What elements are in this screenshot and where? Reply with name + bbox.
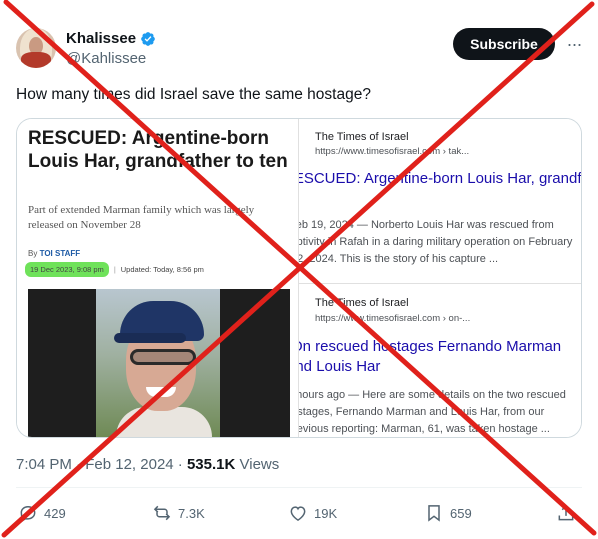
tweet-header: Khalissee @Kahlissee Subscribe ··· [16, 26, 582, 74]
like-button[interactable]: 19K [288, 503, 337, 523]
meta-dot: · [177, 456, 183, 473]
article-screenshot: RESCUED: Argentine-born Louis Har, grand… [17, 119, 299, 437]
result-snippet-line: previous reporting: Marman, 61, was take… [299, 423, 550, 435]
action-bar: 429 7.3K 19K 659 [16, 503, 582, 525]
share-icon [558, 504, 574, 521]
display-name[interactable]: Khalissee [66, 30, 136, 47]
updated-date: Updated: Today, 8:56 pm [120, 264, 204, 274]
result-title: On rescued hostages Fernando Marman [299, 338, 562, 355]
result-snippet-line: captivity in Rafah in a daring military … [299, 236, 573, 248]
tweet-media[interactable]: RESCUED: Argentine-born Louis Har, grand… [16, 118, 582, 438]
display-name-row[interactable]: Khalissee [66, 30, 156, 47]
view-count: 535.1K [186, 456, 236, 473]
article-photo [28, 289, 290, 437]
views-label: Views [239, 456, 280, 473]
bookmark-button[interactable]: 659 [424, 503, 472, 523]
tweet-time[interactable]: 7:04 PM [16, 456, 72, 473]
reply-icon [20, 506, 36, 523]
meta-dot: · [76, 456, 82, 473]
result-snippet-line: hostages, Fernando Marman and Louis Har,… [299, 406, 545, 418]
subscribe-button[interactable]: Subscribe [453, 28, 555, 60]
result-title-line-2: and Louis Har [299, 358, 381, 375]
byline-prefix: By [28, 249, 38, 258]
repost-button[interactable]: 7.3K [152, 503, 205, 523]
tweet-text: How many times did Israel save the same … [16, 86, 371, 103]
tweet-date[interactable]: Feb 12, 2024 [85, 456, 173, 473]
search-results-screenshot: The Times of Israel https://www.timesofi… [299, 119, 581, 437]
result-site: The Times of Israel [315, 131, 409, 143]
result-site: The Times of Israel [315, 297, 409, 309]
like-count: 19K [314, 505, 338, 521]
result-snippet-line: 9 hours ago — Here are some details on t… [299, 389, 566, 401]
result-url: https://www.timesofisrael.com › on-... [315, 313, 471, 324]
repost-count: 7.3K [178, 505, 205, 521]
reply-button[interactable]: 429 [18, 503, 66, 523]
article-dateline: 19 Dec 2023, 9:08 pm | Updated: Today, 8… [25, 260, 204, 278]
bookmark-icon [428, 505, 440, 522]
published-date-highlighted: 19 Dec 2023, 9:08 pm [25, 261, 109, 277]
share-button[interactable] [556, 503, 576, 523]
result-divider [299, 283, 581, 284]
result-snippet-line: 12, 2024. This is the story of his captu… [299, 253, 499, 265]
repost-icon [153, 505, 171, 521]
reply-count: 429 [44, 505, 66, 521]
article-title: RESCUED: Argentine-born Louis Har, grand… [28, 128, 288, 172]
avatar[interactable] [16, 28, 56, 68]
divider [16, 487, 582, 488]
tweet-meta: 7:04 PM · Feb 12, 2024 · 535.1K Views [16, 456, 279, 473]
article-subtitle: Part of extended Marman family which was… [28, 204, 255, 231]
more-options-icon[interactable]: ··· [564, 34, 584, 54]
verified-badge-icon [141, 31, 155, 46]
byline-author: TOI STAFF [39, 249, 81, 258]
result-snippet-line: Feb 19, 2024 — Norberto Louis Har was re… [299, 219, 554, 231]
bookmark-count: 659 [450, 505, 472, 521]
user-handle[interactable]: @Kahlissee [66, 50, 146, 67]
result-title: RESCUED: Argentine-born Louis Har, grand… [299, 170, 581, 187]
result-url: https://www.timesofisrael.com › tak... [315, 146, 470, 157]
heart-icon [290, 506, 306, 521]
article-byline: By TOI STAFF [28, 249, 80, 258]
